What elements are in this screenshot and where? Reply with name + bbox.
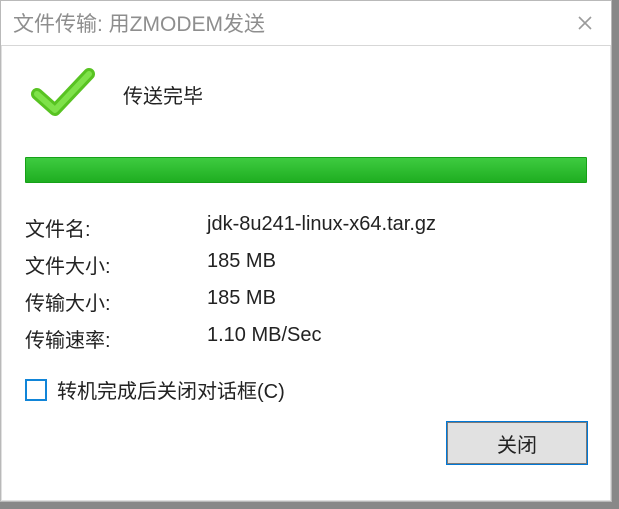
close-button-label: 关闭	[497, 429, 537, 458]
close-icon[interactable]	[569, 7, 601, 39]
transfersize-value: 185 MB	[207, 287, 587, 316]
status-row: 传送完毕	[25, 66, 587, 123]
checkmark-icon	[31, 66, 95, 123]
progress-fill	[26, 158, 586, 182]
filename-value: jdk-8u241-linux-x64.tar.gz	[207, 213, 587, 242]
dialog-footer: 关闭	[25, 404, 587, 464]
filesize-value: 185 MB	[207, 250, 587, 279]
dialog-window: 文件传输: 用ZMODEM发送 传送完毕 文件名: jdk-8u241-linu…	[0, 0, 612, 502]
info-grid: 文件名: jdk-8u241-linux-x64.tar.gz 文件大小: 18…	[25, 213, 587, 353]
progress-bar	[25, 157, 587, 183]
checkbox-icon[interactable]	[25, 379, 47, 401]
rate-value: 1.10 MB/Sec	[207, 324, 587, 353]
filesize-label: 文件大小:	[25, 250, 207, 279]
close-when-done-option[interactable]: 转机完成后关闭对话框(C)	[25, 375, 587, 404]
titlebar: 文件传输: 用ZMODEM发送	[1, 1, 611, 46]
rate-label: 传输速率:	[25, 324, 207, 353]
window-title: 文件传输: 用ZMODEM发送	[13, 8, 569, 38]
close-button[interactable]: 关闭	[447, 422, 587, 464]
dialog-client: 传送完毕 文件名: jdk-8u241-linux-x64.tar.gz 文件大…	[1, 46, 611, 501]
filename-label: 文件名:	[25, 213, 207, 242]
close-when-done-label: 转机完成后关闭对话框(C)	[57, 375, 285, 404]
transfersize-label: 传输大小:	[25, 287, 207, 316]
status-text: 传送完毕	[123, 80, 203, 109]
